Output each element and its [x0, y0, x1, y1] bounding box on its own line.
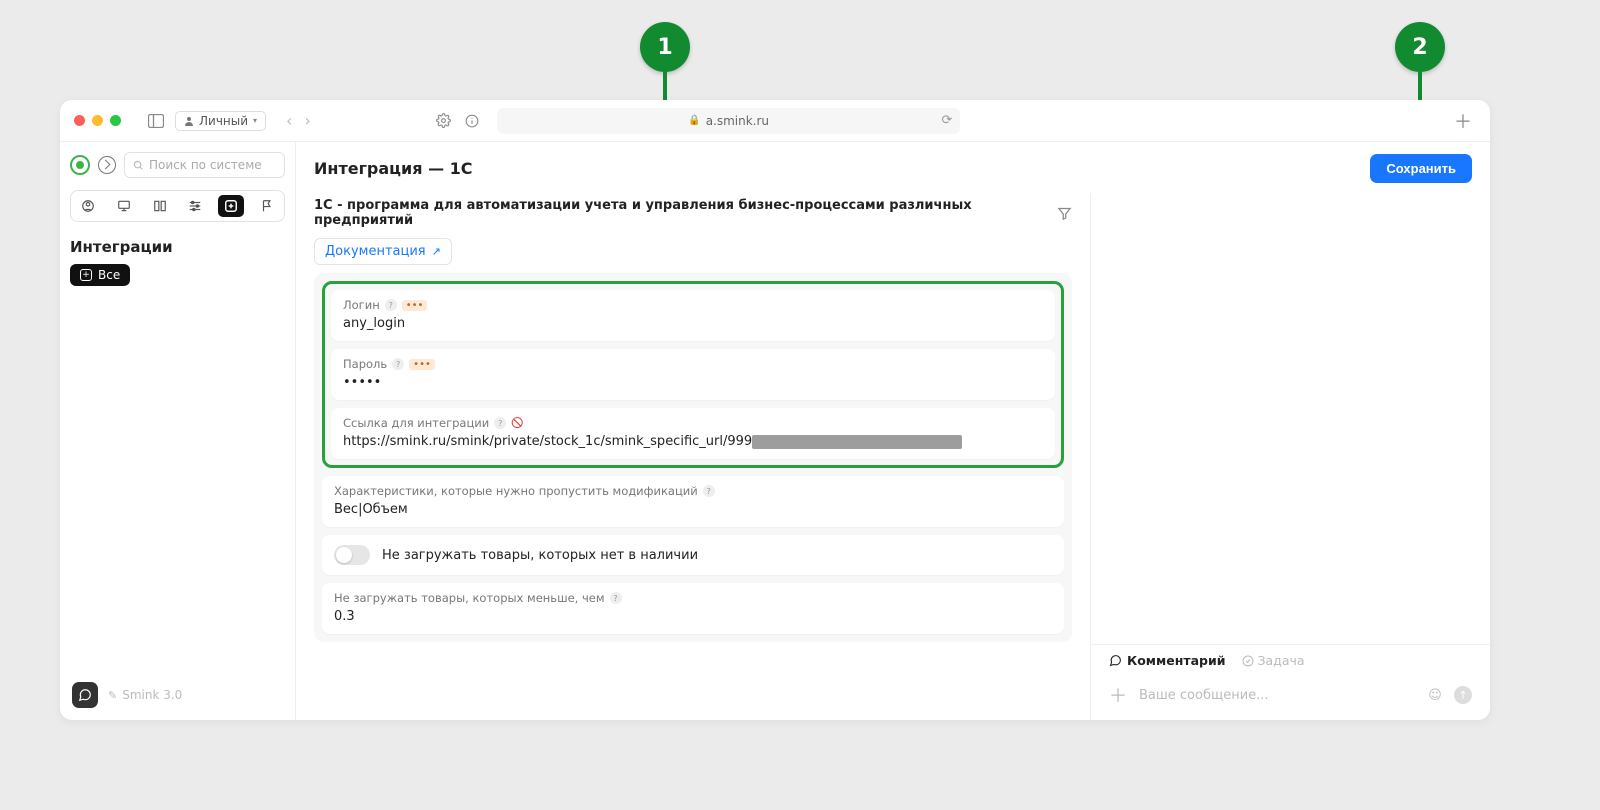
- field-skip-chars-label: Характеристики, которые нужно пропустить…: [334, 484, 698, 498]
- field-login-label: Логин: [343, 298, 380, 312]
- field-skip-characteristics[interactable]: Характеристики, которые нужно пропустить…: [322, 476, 1064, 527]
- minimize-window-icon[interactable]: [92, 115, 103, 126]
- field-skip-less-value: 0.3: [334, 609, 1052, 624]
- chat-button[interactable]: [72, 682, 98, 708]
- field-status-icon: •••: [409, 359, 435, 370]
- toolbar-flag-icon[interactable]: [254, 195, 280, 217]
- back-button[interactable]: ‹: [282, 111, 296, 130]
- external-link-icon: ↗: [432, 245, 441, 258]
- toolbar-book-icon[interactable]: [147, 195, 173, 217]
- emoji-icon[interactable]: ☺: [1426, 686, 1444, 704]
- annotation-badge-1: 1: [640, 22, 690, 72]
- toggle-skip-out-of-stock[interactable]: [334, 545, 370, 565]
- sidebar-section-title: Интеграции: [70, 238, 285, 256]
- search-placeholder: Поиск по системе: [149, 158, 262, 172]
- main-header: Интеграция — 1С Сохранить: [296, 142, 1490, 194]
- tab-comment[interactable]: Комментарий: [1109, 653, 1226, 668]
- sidebar-toolbar: [70, 190, 285, 222]
- sidebar: Поиск по системе Интеграции + Все: [60, 142, 296, 720]
- comment-input-row: ＋ Ваше сообщение... ☺ ↑: [1091, 676, 1490, 720]
- field-url-label: Ссылка для интеграции: [343, 416, 489, 430]
- toolbar-add-icon[interactable]: [218, 195, 244, 217]
- documentation-link[interactable]: Документация ↗: [314, 238, 452, 265]
- nav-arrows: ‹ ›: [282, 111, 315, 130]
- help-icon[interactable]: ?: [703, 485, 715, 497]
- profile-picker[interactable]: Личный ▾: [175, 111, 266, 131]
- integration-description: 1С - программа для автоматизации учета и…: [314, 198, 1045, 228]
- reload-icon[interactable]: ⟳: [942, 113, 953, 128]
- forward-button[interactable]: ›: [300, 111, 314, 130]
- content: 1С - программа для автоматизации учета и…: [296, 194, 1090, 720]
- field-login-value: any_login: [343, 316, 1043, 331]
- comment-input[interactable]: Ваше сообщение...: [1139, 688, 1414, 703]
- toolbar-home-icon[interactable]: [75, 195, 101, 217]
- profile-label: Личный: [199, 114, 248, 128]
- field-url-value: https://smink.ru/smink/private/stock_1c/…: [343, 434, 752, 449]
- sidebar-chip-all[interactable]: + Все: [70, 264, 130, 286]
- help-icon[interactable]: ?: [392, 358, 404, 370]
- field-password[interactable]: Пароль ? ••• •••••: [331, 349, 1055, 400]
- redacted-segment: [752, 435, 962, 449]
- filter-icon[interactable]: [1057, 206, 1072, 221]
- tab-task[interactable]: Задача: [1242, 653, 1305, 668]
- pen-icon: ✎: [108, 689, 117, 702]
- highlighted-fields: Логин ? ••• any_login Пароль ?: [322, 281, 1064, 468]
- traffic-lights: [74, 115, 121, 126]
- url-host: a.smink.ru: [706, 114, 769, 128]
- save-button[interactable]: Сохранить: [1370, 154, 1472, 183]
- main-area: Интеграция — 1С Сохранить 1С - программа…: [296, 142, 1490, 720]
- chip-all-label: Все: [98, 268, 120, 282]
- help-icon[interactable]: ?: [385, 299, 397, 311]
- plus-square-icon: +: [80, 269, 92, 281]
- field-password-value: •••••: [343, 375, 1043, 390]
- field-password-label: Пароль: [343, 357, 387, 371]
- toolbar-monitor-icon[interactable]: [111, 195, 137, 217]
- close-window-icon[interactable]: [74, 115, 85, 126]
- app-shell: Поиск по системе Интеграции + Все: [60, 142, 1490, 720]
- field-skip-out-of-stock[interactable]: Не загружать товары, которых нет в налич…: [322, 535, 1064, 575]
- annotation-badge-2: 2: [1395, 22, 1445, 72]
- help-icon[interactable]: ?: [494, 417, 506, 429]
- url-bar[interactable]: 🔒 a.smink.ru ⟳: [497, 108, 961, 134]
- comments-pane: Комментарий Задача ＋ Ваше сообщение... ☺…: [1090, 194, 1490, 720]
- sidebar-toggle-icon[interactable]: [147, 112, 165, 130]
- new-tab-button[interactable]: ＋: [1450, 108, 1476, 134]
- field-login[interactable]: Логин ? ••• any_login: [331, 290, 1055, 341]
- attach-button[interactable]: ＋: [1109, 682, 1127, 708]
- hidden-icon: 🚫: [511, 418, 523, 429]
- maximize-window-icon[interactable]: [110, 115, 121, 126]
- search-input[interactable]: Поиск по системе: [124, 152, 285, 178]
- field-skip-less-label: Не загружать товары, которых меньше, чем: [334, 591, 605, 605]
- form-card: Логин ? ••• any_login Пароль ?: [314, 273, 1072, 642]
- lock-icon: 🔒: [688, 115, 700, 126]
- page-title: Интеграция — 1С: [314, 159, 473, 178]
- field-skip-chars-value: Вес|Объем: [334, 502, 1052, 517]
- skip-out-of-stock-label: Не загружать товары, которых нет в налич…: [382, 548, 698, 563]
- toolbar-sliders-icon[interactable]: [182, 195, 208, 217]
- field-integration-url[interactable]: Ссылка для интеграции ? 🚫 https://smink.…: [331, 408, 1055, 459]
- field-status-icon: •••: [402, 300, 428, 311]
- help-icon[interactable]: ?: [610, 592, 622, 604]
- gear-icon[interactable]: [435, 112, 453, 130]
- avatar-icon[interactable]: [70, 155, 90, 175]
- info-icon[interactable]: [463, 112, 481, 130]
- browser-chrome: Личный ▾ ‹ › 🔒 a.smink.ru ⟳ ＋: [60, 100, 1490, 142]
- brand-version: ✎ Smink 3.0: [108, 688, 182, 702]
- doc-link-label: Документация: [325, 244, 426, 259]
- open-external-icon[interactable]: [98, 156, 116, 174]
- browser-window: Личный ▾ ‹ › 🔒 a.smink.ru ⟳ ＋: [60, 100, 1490, 720]
- field-skip-less-than[interactable]: Не загружать товары, которых меньше, чем…: [322, 583, 1064, 634]
- send-button[interactable]: ↑: [1454, 686, 1472, 704]
